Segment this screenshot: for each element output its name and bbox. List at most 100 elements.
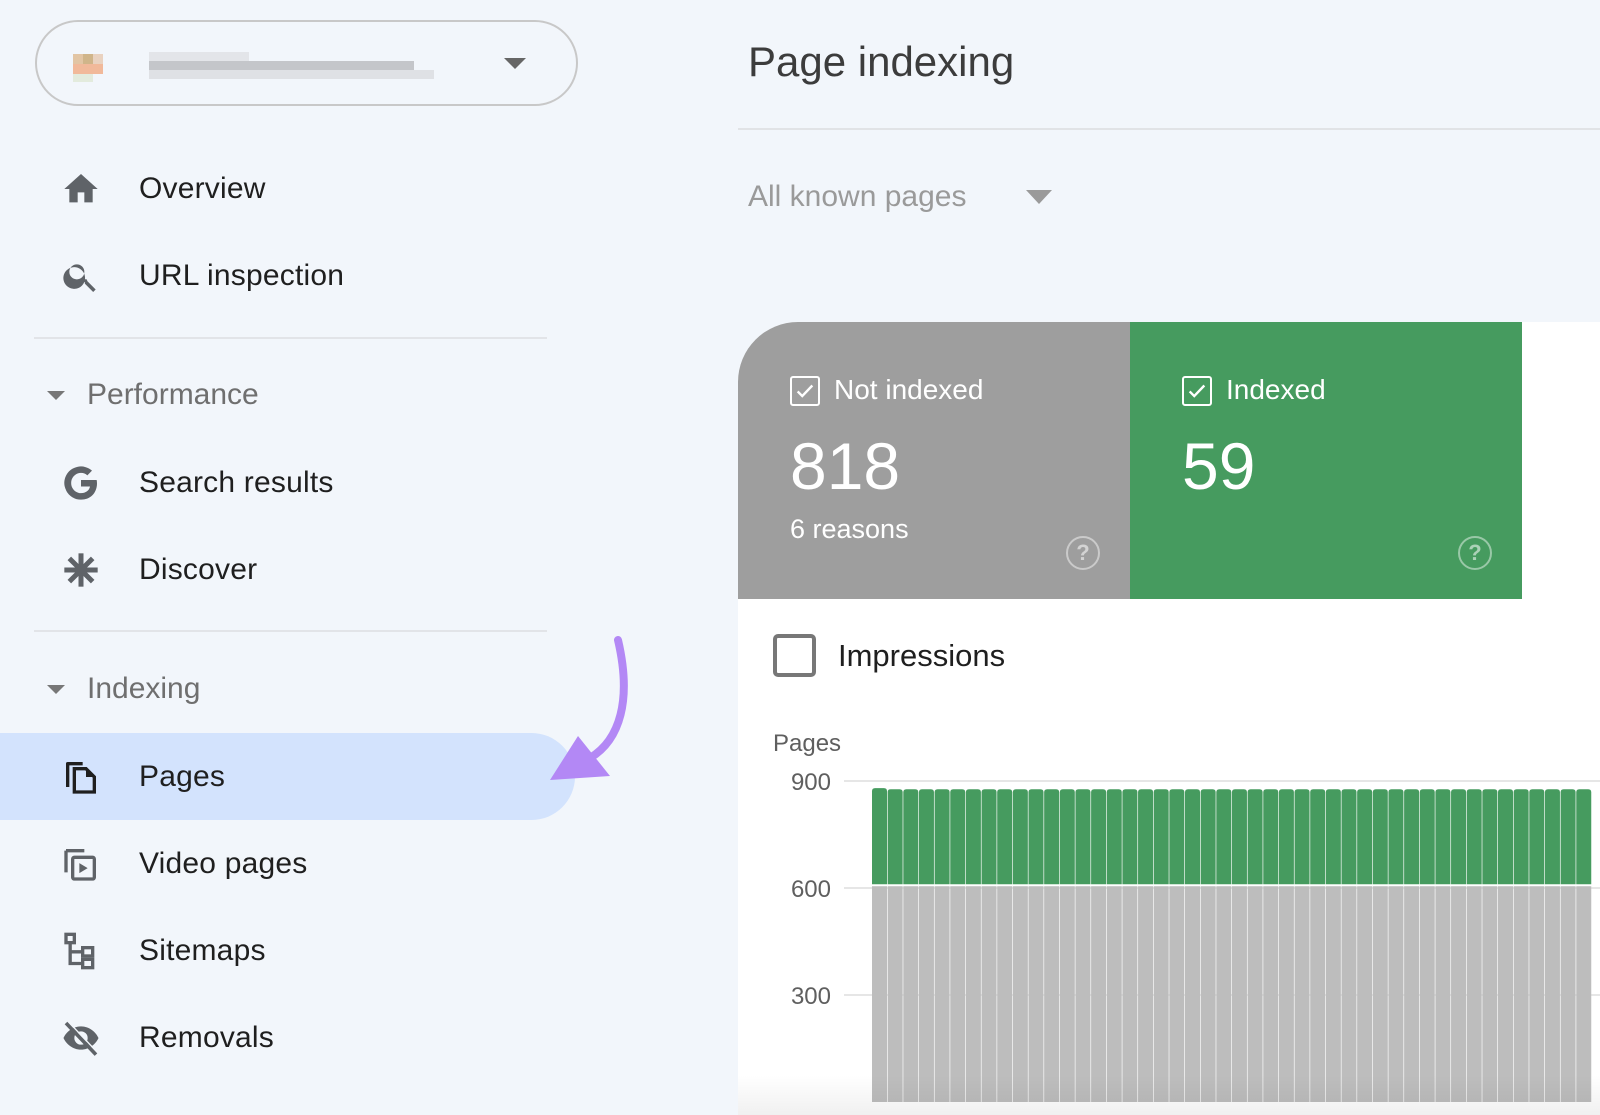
sidebar-item-url-inspection[interactable]: URL inspection <box>0 232 580 319</box>
sidebar-item-search-results[interactable]: Search results <box>0 439 580 526</box>
bar-indexed[interactable] <box>918 789 934 885</box>
bar-indexed[interactable] <box>1404 789 1420 885</box>
bar-indexed[interactable] <box>887 789 903 885</box>
bar-indexed[interactable] <box>1059 789 1075 885</box>
impressions-toggle[interactable]: Impressions <box>773 634 1005 677</box>
bar-indexed[interactable] <box>1560 789 1576 885</box>
bar-indexed[interactable] <box>1294 789 1310 885</box>
bar-not-indexed[interactable] <box>1278 886 1294 1102</box>
bar-indexed[interactable] <box>1263 789 1279 885</box>
bar-indexed[interactable] <box>1576 789 1592 885</box>
bar-indexed[interactable] <box>1529 789 1545 885</box>
bar-not-indexed[interactable] <box>1435 886 1451 1102</box>
bar-not-indexed[interactable] <box>1544 886 1560 1102</box>
bar-not-indexed[interactable] <box>1404 886 1420 1102</box>
pages-filter-dropdown[interactable]: All known pages <box>748 180 1053 214</box>
bar-indexed[interactable] <box>1419 789 1435 885</box>
bar-not-indexed[interactable] <box>1153 886 1169 1102</box>
bar-not-indexed[interactable] <box>1012 886 1028 1102</box>
bar-indexed[interactable] <box>1122 789 1138 885</box>
bar-not-indexed[interactable] <box>872 886 887 1102</box>
bar-not-indexed[interactable] <box>1325 886 1341 1102</box>
bar-indexed[interactable] <box>1278 789 1294 885</box>
bar-indexed[interactable] <box>1498 789 1513 885</box>
bar-not-indexed[interactable] <box>1138 886 1154 1102</box>
bar-not-indexed[interactable] <box>1122 886 1138 1102</box>
bar-indexed[interactable] <box>1341 789 1357 885</box>
bar-indexed[interactable] <box>1138 789 1154 885</box>
bar-not-indexed[interactable] <box>1372 886 1388 1102</box>
bar-indexed[interactable] <box>1200 789 1216 885</box>
bar-not-indexed[interactable] <box>1059 886 1075 1102</box>
bar-indexed[interactable] <box>1185 789 1200 885</box>
checkbox-unchecked-icon[interactable] <box>773 634 816 677</box>
sidebar-item-video-pages[interactable]: Video pages <box>0 820 580 907</box>
bar-indexed[interactable] <box>1466 789 1482 885</box>
sidebar-item-discover[interactable]: Discover <box>0 526 580 613</box>
bar-not-indexed[interactable] <box>981 886 997 1102</box>
bar-not-indexed[interactable] <box>1341 886 1357 1102</box>
bar-indexed[interactable] <box>1325 789 1341 885</box>
bar-indexed[interactable] <box>1451 789 1467 885</box>
bar-not-indexed[interactable] <box>1451 886 1467 1102</box>
bar-not-indexed[interactable] <box>1044 886 1060 1102</box>
bar-not-indexed[interactable] <box>903 886 919 1102</box>
sidebar-item-sitemaps[interactable]: Sitemaps <box>0 907 580 994</box>
bar-not-indexed[interactable] <box>1106 886 1122 1102</box>
bar-not-indexed[interactable] <box>950 886 966 1102</box>
bar-indexed[interactable] <box>1482 789 1498 885</box>
bar-not-indexed[interactable] <box>934 886 950 1102</box>
checkbox-checked-icon[interactable] <box>790 376 820 406</box>
bar-indexed[interactable] <box>1372 789 1388 885</box>
bar-indexed[interactable] <box>1075 789 1091 885</box>
bar-not-indexed[interactable] <box>1498 886 1513 1102</box>
bar-not-indexed[interactable] <box>1294 886 1310 1102</box>
bar-indexed[interactable] <box>1044 789 1060 885</box>
bar-indexed[interactable] <box>1028 789 1044 885</box>
bar-not-indexed[interactable] <box>918 886 934 1102</box>
bar-indexed[interactable] <box>1388 789 1404 885</box>
bar-indexed[interactable] <box>1091 789 1107 885</box>
bar-indexed[interactable] <box>903 789 919 885</box>
bar-indexed[interactable] <box>997 789 1013 885</box>
sidebar-item-removals[interactable]: Removals <box>0 994 580 1081</box>
bar-indexed[interactable] <box>1310 789 1326 885</box>
bar-indexed[interactable] <box>1153 789 1169 885</box>
property-selector[interactable] <box>35 20 578 106</box>
bar-indexed[interactable] <box>965 789 981 885</box>
bar-not-indexed[interactable] <box>1560 886 1576 1102</box>
checkbox-checked-icon[interactable] <box>1182 376 1212 406</box>
bar-indexed[interactable] <box>1435 789 1451 885</box>
bar-indexed[interactable] <box>1544 789 1560 885</box>
bar-not-indexed[interactable] <box>997 886 1013 1102</box>
bar-not-indexed[interactable] <box>1231 886 1247 1102</box>
bar-indexed[interactable] <box>1247 789 1263 885</box>
bar-indexed[interactable] <box>981 789 997 885</box>
bar-not-indexed[interactable] <box>1091 886 1107 1102</box>
bar-not-indexed[interactable] <box>1466 886 1482 1102</box>
bar-not-indexed[interactable] <box>1513 886 1529 1102</box>
section-indexing[interactable]: Indexing <box>0 659 560 719</box>
bar-not-indexed[interactable] <box>1185 886 1200 1102</box>
indexed-card[interactable]: Indexed 59 ? <box>1130 322 1522 599</box>
bar-indexed[interactable] <box>1169 789 1185 885</box>
bar-not-indexed[interactable] <box>887 886 903 1102</box>
sidebar-item-pages[interactable]: Pages <box>0 733 575 820</box>
bar-indexed[interactable] <box>872 788 887 885</box>
bar-not-indexed[interactable] <box>1216 886 1232 1102</box>
bar-indexed[interactable] <box>1012 789 1028 885</box>
bar-not-indexed[interactable] <box>965 886 981 1102</box>
bar-indexed[interactable] <box>1231 789 1247 885</box>
bar-not-indexed[interactable] <box>1075 886 1091 1102</box>
bar-indexed[interactable] <box>934 789 950 885</box>
bar-not-indexed[interactable] <box>1357 886 1373 1102</box>
bar-not-indexed[interactable] <box>1028 886 1044 1102</box>
help-icon[interactable]: ? <box>1458 536 1492 570</box>
bar-not-indexed[interactable] <box>1529 886 1545 1102</box>
not-indexed-card[interactable]: Not indexed 818 6 reasons ? <box>738 322 1130 599</box>
bar-indexed[interactable] <box>1513 789 1529 885</box>
bar-indexed[interactable] <box>950 789 966 885</box>
sidebar-item-overview[interactable]: Overview <box>0 145 580 232</box>
bar-indexed[interactable] <box>1106 789 1122 885</box>
bar-indexed[interactable] <box>1216 789 1232 885</box>
